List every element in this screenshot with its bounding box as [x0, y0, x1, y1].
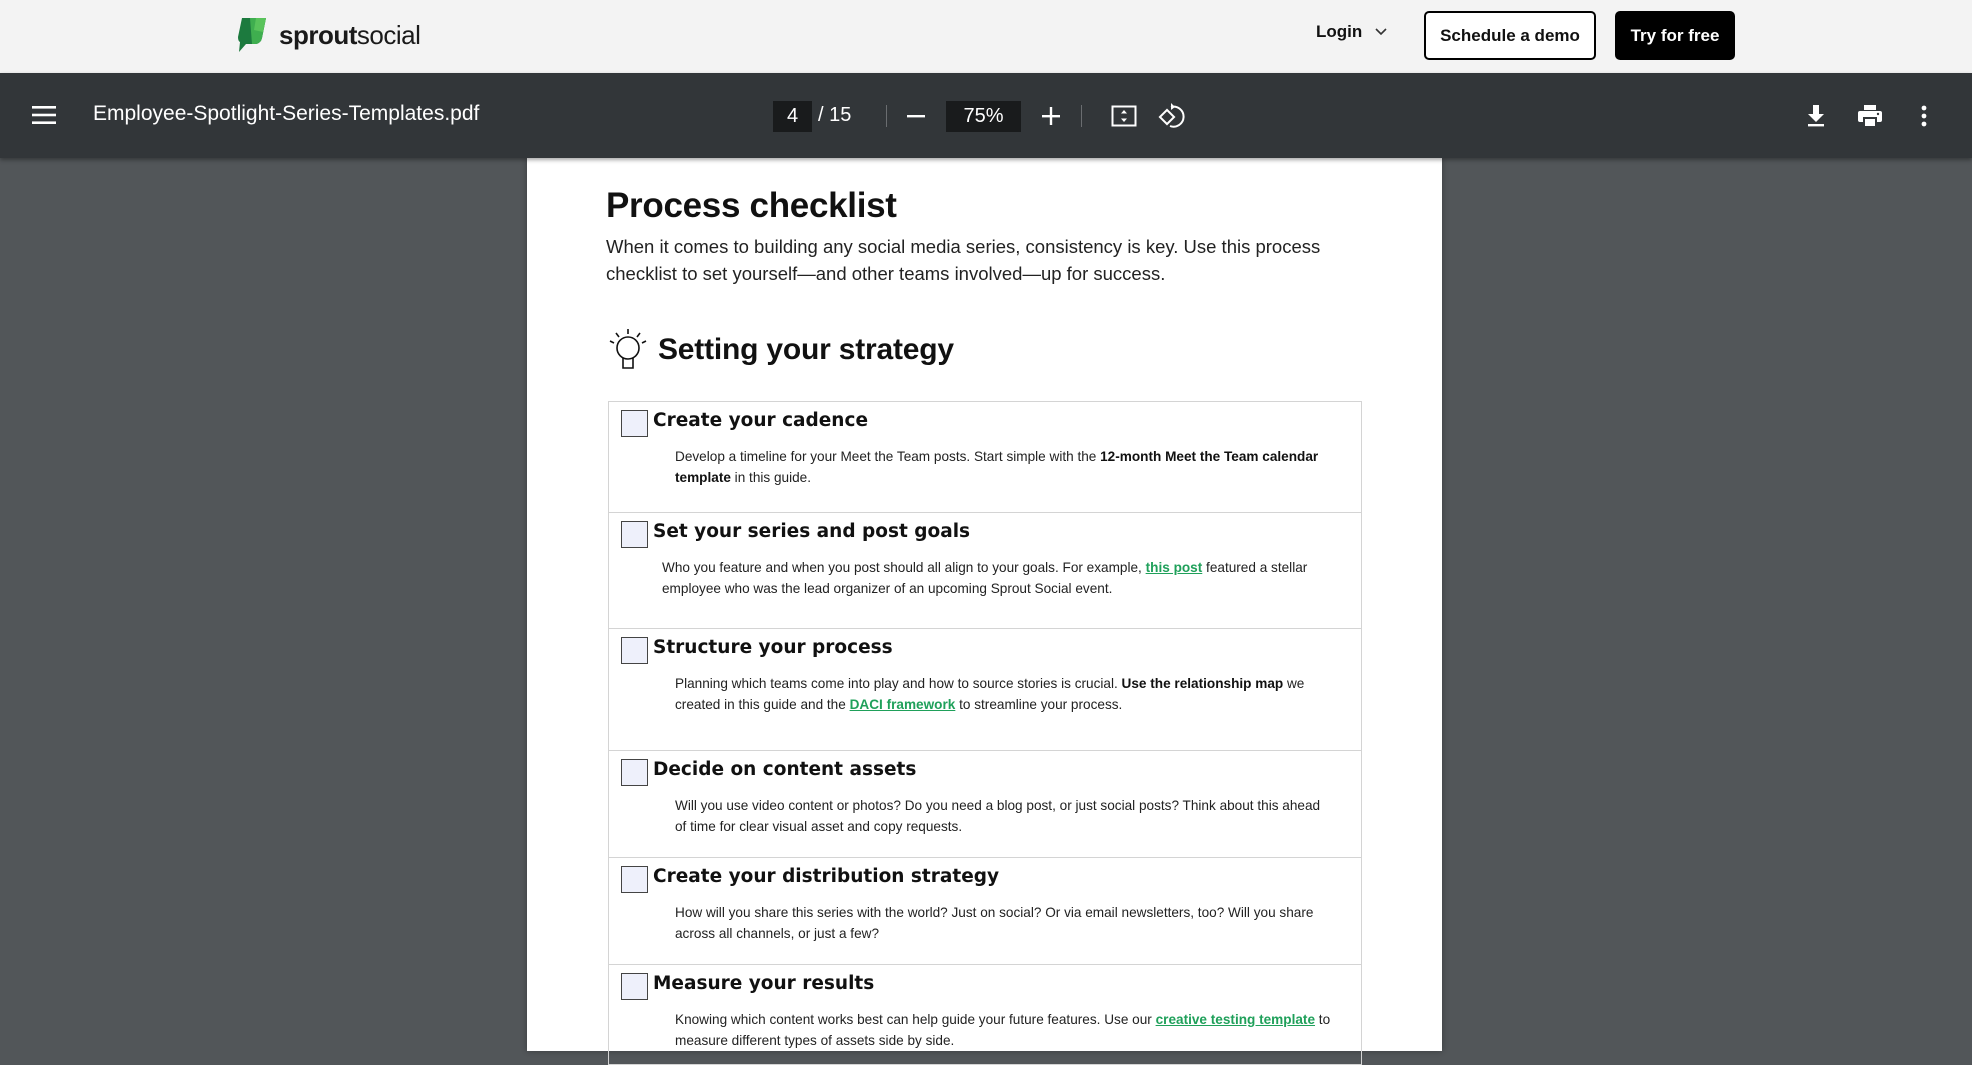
chevron-down-icon — [1375, 28, 1387, 36]
inline-link[interactable]: creative testing template — [1156, 1012, 1315, 1027]
sprout-social-logo[interactable]: sproutsocial — [236, 16, 421, 54]
site-header: sproutsocial Login Schedule a demo Try f… — [0, 0, 1972, 73]
checklist-item-description: Who you feature and when you post should… — [662, 557, 1322, 599]
document-title: Process checklist — [606, 186, 897, 225]
section-header: Setting your strategy — [606, 326, 954, 374]
checklist-item-title: Decide on content assets — [653, 759, 917, 780]
toolbar-divider — [1081, 105, 1082, 127]
checklist-item-title: Set your series and post goals — [653, 521, 971, 542]
checklist-item: Structure your process Planning which tea… — [609, 629, 1361, 751]
checklist-item-description: How will you share this series with the … — [675, 902, 1335, 944]
description-text: Planning which teams come into play and … — [675, 676, 1122, 691]
inline-link[interactable]: this post — [1146, 560, 1203, 575]
description-text: Develop a timeline for your Meet the Tea… — [675, 449, 1101, 464]
menu-icon — [32, 106, 56, 124]
download-icon — [1808, 105, 1824, 127]
fit-page-button[interactable] — [1108, 100, 1140, 132]
checkbox[interactable] — [621, 410, 648, 437]
inline-link[interactable]: DACI framework — [850, 697, 956, 712]
description-text: How will you share this series with the … — [675, 905, 1314, 941]
checklist-item-title: Structure your process — [653, 637, 893, 658]
checkbox[interactable] — [621, 637, 648, 664]
pdf-toolbar: Employee-Spotlight-Series-Templates.pdf … — [0, 73, 1972, 158]
brand-name-regular: social — [356, 19, 421, 50]
checklist-item-description: Will you use video content or photos? Do… — [675, 795, 1335, 837]
zoom-out-icon — [907, 115, 925, 118]
checklist-item: Set your series and post goals Who you fe… — [609, 513, 1361, 629]
emphasis-text: Use the relationship map — [1121, 676, 1284, 691]
description-text: Will you use video content or photos? Do… — [675, 798, 1321, 834]
rotate-button[interactable] — [1156, 100, 1188, 132]
brand-name: sproutsocial — [279, 19, 421, 51]
checkbox[interactable] — [621, 759, 648, 786]
checklist: Create your cadence Develop a timeline fo… — [608, 401, 1362, 1065]
section-title: Setting your strategy — [658, 333, 954, 366]
description-text: Knowing which content works best can hel… — [675, 1012, 1156, 1027]
checkbox[interactable] — [621, 973, 648, 1000]
sprout-leaf-icon — [238, 18, 266, 52]
checklist-item-description: Knowing which content works best can hel… — [675, 1009, 1335, 1051]
checklist-item-title: Create your cadence — [653, 410, 868, 431]
document-intro: When it comes to building any social med… — [606, 236, 1321, 284]
checklist-item: Create your distribution strategy How wil… — [609, 858, 1361, 965]
download-button[interactable] — [1800, 100, 1832, 132]
checklist-item: Measure your results Knowing which conten… — [609, 965, 1361, 1065]
description-text: Who you feature and when you post should… — [662, 560, 1146, 575]
checklist-item-description: Planning which teams come into play and … — [675, 673, 1335, 715]
zoom-level-input[interactable]: 75% — [946, 101, 1021, 132]
schedule-demo-button[interactable]: Schedule a demo — [1424, 11, 1596, 60]
checkbox[interactable] — [621, 866, 648, 893]
page-total: / 15 — [818, 104, 852, 126]
login-label: Login — [1316, 22, 1363, 41]
lightbulb-icon — [609, 329, 647, 369]
zoom-out-button[interactable] — [900, 100, 932, 132]
checklist-item: Decide on content assets Will you use vid… — [609, 751, 1361, 858]
menu-button[interactable] — [28, 99, 60, 131]
checkbox[interactable] — [621, 521, 648, 548]
zoom-in-button[interactable] — [1035, 100, 1067, 132]
checklist-item-title: Create your distribution strategy — [653, 866, 1000, 887]
print-button[interactable] — [1854, 100, 1886, 132]
checklist-item: Create your cadence Develop a timeline fo… — [609, 402, 1361, 513]
zoom-in-icon — [1042, 107, 1060, 125]
try-for-free-button[interactable]: Try for free — [1615, 11, 1735, 60]
toolbar-divider — [886, 105, 887, 127]
rotate-icon — [1158, 103, 1185, 128]
pdf-page: Process checklist When it comes to build… — [527, 158, 1442, 1065]
login-dropdown[interactable]: Login — [1316, 22, 1388, 42]
description-text: in this guide. — [730, 470, 812, 485]
checklist-item-description: Develop a timeline for your Meet the Tea… — [675, 446, 1335, 488]
more-options-button[interactable] — [1908, 100, 1940, 132]
description-text: to streamline your process. — [955, 697, 1123, 712]
file-name: Employee-Spotlight-Series-Templates.pdf — [93, 102, 480, 125]
more-options-icon — [1921, 105, 1927, 127]
brand-name-bold: sprout — [279, 19, 357, 50]
print-icon — [1858, 105, 1882, 126]
checklist-item-title: Measure your results — [653, 973, 875, 994]
fit-page-icon — [1111, 105, 1137, 127]
page-number-input[interactable]: 4 — [773, 101, 812, 132]
